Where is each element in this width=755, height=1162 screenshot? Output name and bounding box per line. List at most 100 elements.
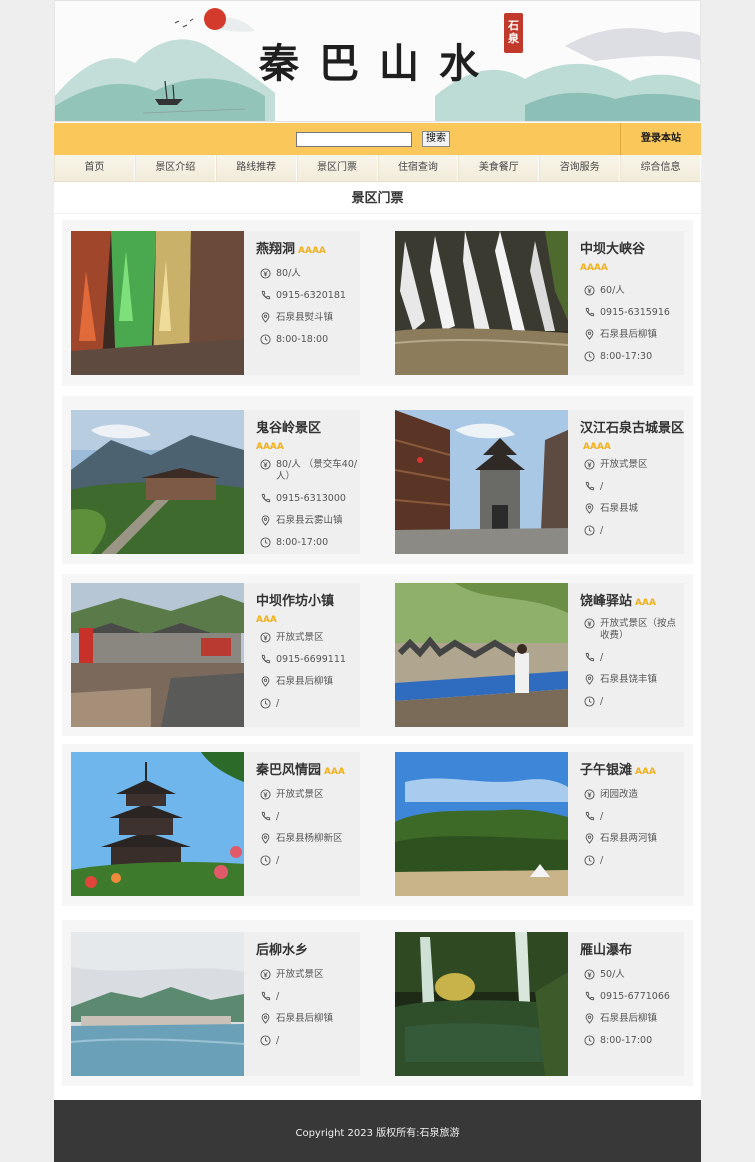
location-pin-icon (585, 833, 594, 844)
attraction-photo[interactable] (71, 410, 244, 554)
hours-row: 8:00-17:00 (580, 1035, 684, 1057)
yuan-circle-icon (584, 285, 595, 296)
clock-icon (584, 696, 595, 707)
price-row: 闭园改造 (580, 789, 684, 811)
location-pin-icon (261, 312, 270, 323)
attraction-name: 雁山瀑布 (580, 943, 633, 958)
phone-row: 0915-6320181 (256, 290, 360, 312)
price-row: 开放式景区 (256, 969, 360, 991)
attraction-card[interactable]: 饶峰驿站 AAA 开放式景区（按点收费） / 石泉县饶丰镇 / (395, 583, 684, 727)
attraction-photo[interactable] (71, 752, 244, 896)
clock-icon (260, 855, 271, 866)
yuan-circle-icon (260, 459, 271, 470)
copyright-text: Copyright 2023 版权所有:石泉旅游 (295, 1128, 460, 1139)
yuan-circle-icon (260, 268, 271, 279)
address-row: 石泉县杨柳新区 (256, 833, 360, 855)
phone-row: / (256, 991, 360, 1013)
clock-icon (584, 1035, 595, 1046)
address-row: 石泉县后柳镇 (256, 676, 360, 698)
attraction-grid: 燕翔洞 AAAA 80/人 0915-6320181 石泉县熨斗镇 8:00-18… (54, 0, 701, 1100)
attraction-card[interactable]: 中坝作坊小镇 AAA 开放式景区 0915-6699111 石泉县后柳镇 / (71, 583, 360, 727)
grade-badge: AAA (324, 767, 345, 777)
location-pin-icon (585, 503, 594, 514)
phone-icon (261, 991, 271, 1001)
clock-icon (584, 855, 595, 866)
attraction-photo[interactable] (395, 410, 568, 554)
attraction-card[interactable]: 中坝大峡谷 AAAA 60/人 0915-6315916 石泉县后柳镇 8:00-… (395, 231, 684, 375)
hours-row: / (580, 696, 684, 718)
phone-icon (585, 481, 595, 491)
attraction-photo[interactable] (395, 932, 568, 1076)
hours-row: / (580, 855, 684, 877)
phone-row: 0915-6315916 (580, 307, 684, 329)
address-row: 石泉县城 (580, 503, 684, 525)
grade-badge: AAAA (256, 442, 284, 452)
phone-icon (585, 811, 595, 821)
phone-row: / (580, 652, 684, 674)
yuan-circle-icon (584, 618, 595, 629)
clock-icon (260, 698, 271, 709)
phone-row: 0915-6313000 (256, 493, 360, 515)
yuan-circle-icon (584, 789, 595, 800)
attraction-photo[interactable] (71, 932, 244, 1076)
attraction-name: 后柳水乡 (256, 943, 309, 958)
price-row: 80/人 (256, 268, 360, 290)
hours-row: 8:00-18:00 (256, 334, 360, 356)
location-pin-icon (585, 1013, 594, 1024)
yuan-circle-icon (260, 969, 271, 980)
attraction-name: 秦巴风情园 AAA (256, 763, 345, 778)
location-pin-icon (261, 1013, 270, 1024)
attraction-photo[interactable] (71, 231, 244, 375)
location-pin-icon (261, 676, 270, 687)
price-row: 50/人 (580, 969, 684, 991)
address-row: 石泉县两河镇 (580, 833, 684, 855)
location-pin-icon (261, 833, 270, 844)
attraction-card[interactable]: 子午银滩 AAA 闭园改造 / 石泉县两河镇 / (395, 752, 684, 896)
phone-icon (585, 307, 595, 317)
location-pin-icon (585, 329, 594, 340)
attraction-name: 鬼谷岭景区 AAAA (256, 421, 322, 452)
attraction-photo[interactable] (395, 231, 568, 375)
phone-icon (261, 290, 271, 300)
hours-row: / (256, 698, 360, 720)
attraction-photo[interactable] (395, 583, 568, 727)
attraction-photo[interactable] (395, 752, 568, 896)
attraction-card[interactable]: 后柳水乡 开放式景区 / 石泉县后柳镇 / (71, 932, 360, 1076)
phone-icon (261, 811, 271, 821)
attraction-card[interactable]: 燕翔洞 AAAA 80/人 0915-6320181 石泉县熨斗镇 8:00-18… (71, 231, 360, 375)
attraction-card[interactable]: 雁山瀑布 50/人 0915-6771066 石泉县后柳镇 8:00-17:00 (395, 932, 684, 1076)
hours-row: 8:00-17:30 (580, 351, 684, 373)
grade-badge: AAA (635, 598, 656, 608)
grade-badge: AAAA (298, 246, 326, 256)
address-row: 石泉县饶丰镇 (580, 674, 684, 696)
price-row: 开放式景区 (580, 459, 684, 481)
attraction-card[interactable]: 汉江石泉古城景区AAAA 开放式景区 / 石泉县城 / (395, 410, 684, 554)
yuan-circle-icon (260, 789, 271, 800)
phone-row: 0915-6699111 (256, 654, 360, 676)
attraction-name: 燕翔洞 AAAA (256, 242, 326, 257)
location-pin-icon (261, 515, 270, 526)
phone-row: / (580, 811, 684, 833)
price-row: 开放式景区（按点收费） (580, 618, 684, 652)
grade-badge: AAAA (583, 442, 611, 452)
price-row: 60/人 (580, 285, 684, 307)
page: 秦巴山水 石泉 搜索 登录本站 首页 景区介绍 路线推荐 景区门票 住宿查询 美… (54, 0, 701, 1162)
price-row: 开放式景区 (256, 632, 360, 654)
phone-row: / (256, 811, 360, 833)
attraction-card[interactable]: 鬼谷岭景区 AAAA 80/人 （景交车40/人） 0915-6313000 石泉… (71, 410, 360, 554)
price-row: 80/人 （景交车40/人） (256, 459, 360, 493)
clock-icon (584, 525, 595, 536)
hours-row: / (256, 1035, 360, 1057)
clock-icon (584, 351, 595, 362)
location-pin-icon (585, 674, 594, 685)
attraction-name: 饶峰驿站 AAA (580, 594, 656, 609)
attraction-name: 中坝作坊小镇 AAA (256, 594, 335, 625)
footer: Copyright 2023 版权所有:石泉旅游 (54, 1100, 701, 1162)
yuan-circle-icon (584, 459, 595, 470)
attraction-card[interactable]: 秦巴风情园 AAA 开放式景区 / 石泉县杨柳新区 / (71, 752, 360, 896)
hours-row: / (256, 855, 360, 877)
grade-badge: AAA (635, 767, 656, 777)
address-row: 石泉县后柳镇 (580, 329, 684, 351)
attraction-name: 汉江石泉古城景区AAAA (580, 421, 685, 452)
attraction-photo[interactable] (71, 583, 244, 727)
